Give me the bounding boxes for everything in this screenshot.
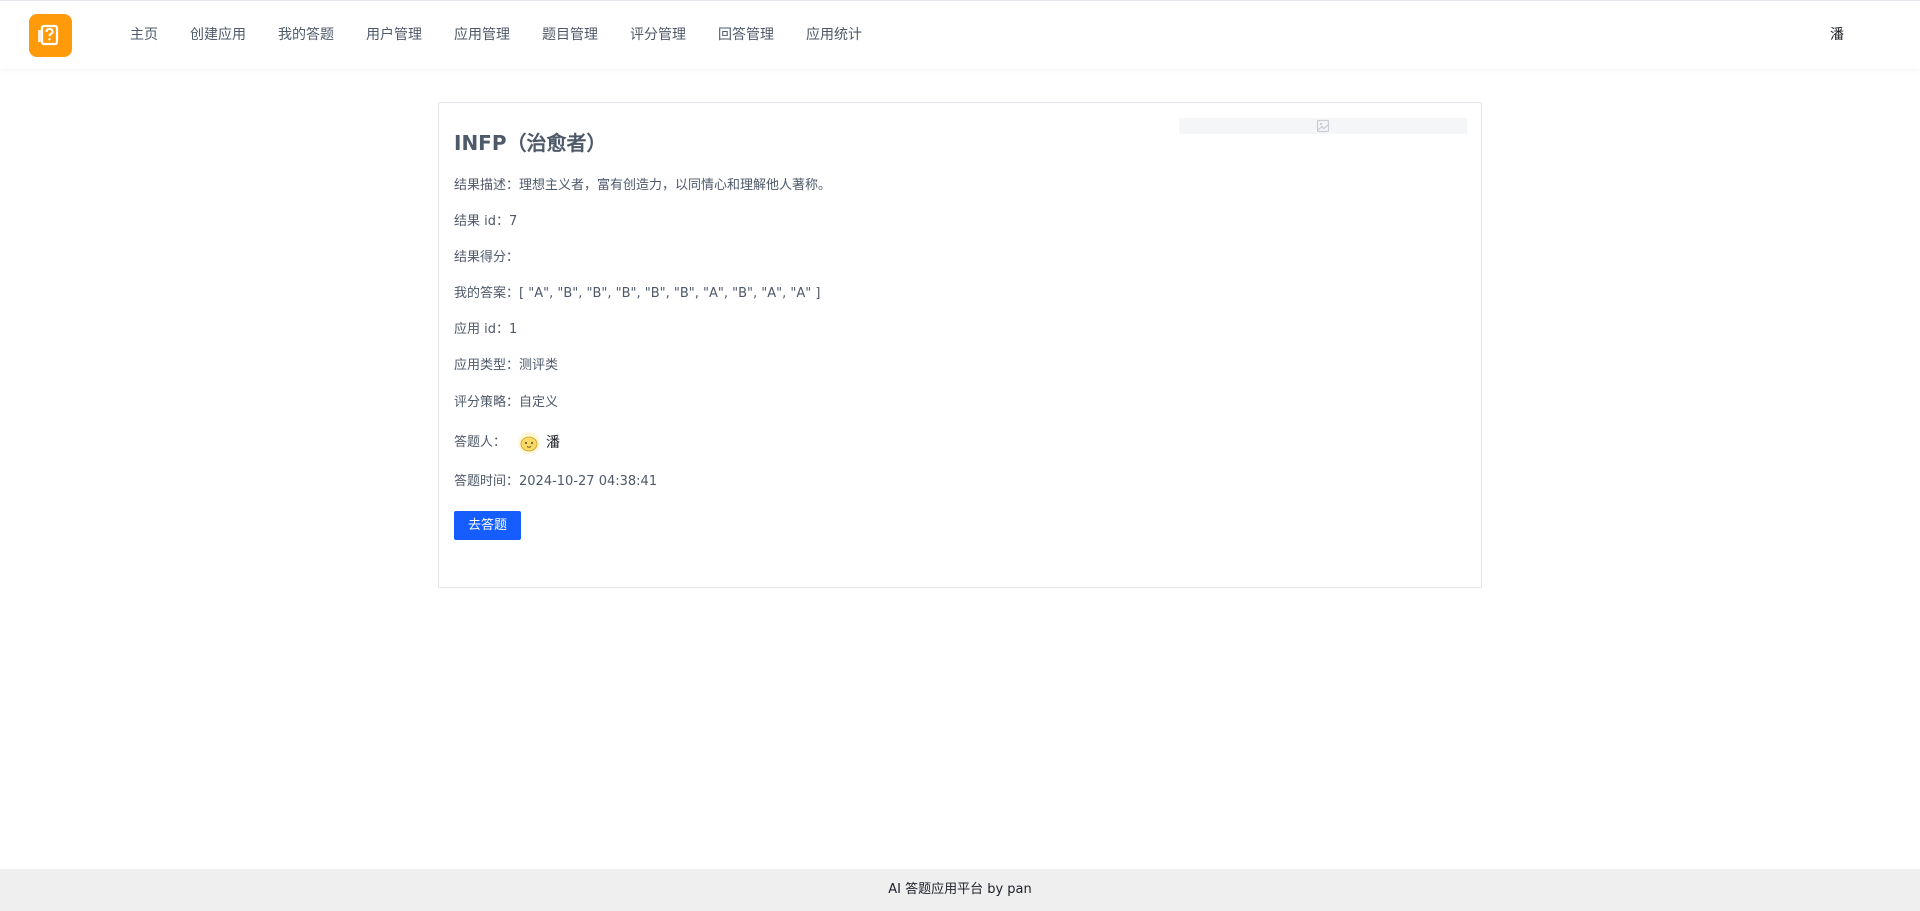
result-details: INFP（治愈者） 结果描述：理想主义者，富有创造力，以同情心和理解他人著称。 …: [454, 129, 1154, 540]
nav-app-statistics[interactable]: 应用统计: [790, 1, 878, 70]
app-id-row: 应用 id：1: [454, 320, 517, 340]
my-answers-label: 我的答案：: [454, 286, 520, 301]
result-id-label: 结果 id：: [454, 214, 509, 229]
app-id-value: 1: [509, 322, 518, 337]
question-box-icon: [38, 24, 59, 46]
nav-user-management[interactable]: 用户管理: [350, 1, 438, 70]
current-user-name[interactable]: 潘: [1830, 1, 1844, 70]
my-answers-row: 我的答案：[ "A", "B", "B", "B", "B", "B", "A"…: [454, 284, 820, 304]
nav-create-app[interactable]: 创建应用: [174, 1, 262, 70]
main-nav: 主页 创建应用 我的答题 用户管理 应用管理 题目管理 评分管理 回答管理 应用…: [114, 1, 878, 70]
answer-time-label: 答题时间：: [454, 474, 520, 489]
answerer-name: 潘: [546, 435, 561, 451]
go-answer-button[interactable]: 去答题: [454, 511, 521, 540]
nav-answer-management[interactable]: 回答管理: [702, 1, 790, 70]
result-score-label: 结果得分：: [454, 250, 520, 265]
scoring-strategy-label: 评分策略：: [454, 395, 520, 410]
avatar: [518, 432, 541, 454]
nav-home[interactable]: 主页: [114, 1, 174, 70]
result-description-label: 结果描述：: [454, 178, 520, 193]
result-image: [1179, 118, 1467, 134]
result-description-row: 结果描述：理想主义者，富有创造力，以同情心和理解他人著称。: [454, 176, 831, 196]
result-title: INFP（治愈者）: [454, 131, 607, 155]
answer-time-value: 2024-10-27 04:38:41: [519, 474, 658, 489]
result-card: INFP（治愈者） 结果描述：理想主义者，富有创造力，以同情心和理解他人著称。 …: [438, 102, 1482, 588]
result-id-value: 7: [509, 214, 518, 229]
broken-image-icon: [1316, 119, 1330, 133]
nav-app-management[interactable]: 应用管理: [438, 1, 526, 70]
app-type-value: 测评类: [519, 358, 559, 373]
result-id-row: 结果 id：7: [454, 212, 517, 232]
app-logo[interactable]: [29, 14, 72, 57]
avatar-image: [518, 432, 541, 454]
answerer-label: 答题人：: [454, 435, 507, 450]
nav-my-answers[interactable]: 我的答题: [262, 1, 350, 70]
scoring-strategy-row: 评分策略：自定义: [454, 393, 558, 413]
nav-question-management[interactable]: 题目管理: [526, 1, 614, 70]
result-description-value: 理想主义者，富有创造力，以同情心和理解他人著称。: [519, 178, 832, 193]
nav-scoring-management[interactable]: 评分管理: [614, 1, 702, 70]
answerer-row: 答题人： 潘: [454, 432, 560, 454]
my-answers-value: [ "A", "B", "B", "B", "B", "B", "A", "B"…: [519, 286, 821, 301]
answer-time-row: 答题时间：2024-10-27 04:38:41: [454, 472, 657, 492]
app-type-row: 应用类型：测评类: [454, 356, 558, 376]
footer: AI 答题应用平台 by pan: [0, 869, 1920, 911]
top-navbar: 主页 创建应用 我的答题 用户管理 应用管理 题目管理 评分管理 回答管理 应用…: [0, 0, 1920, 69]
footer-text: AI 答题应用平台 by pan: [888, 882, 1032, 897]
scoring-strategy-value: 自定义: [519, 395, 559, 410]
result-score-row: 结果得分：: [454, 248, 519, 268]
app-type-label: 应用类型：: [454, 358, 520, 373]
app-id-label: 应用 id：: [454, 322, 509, 337]
